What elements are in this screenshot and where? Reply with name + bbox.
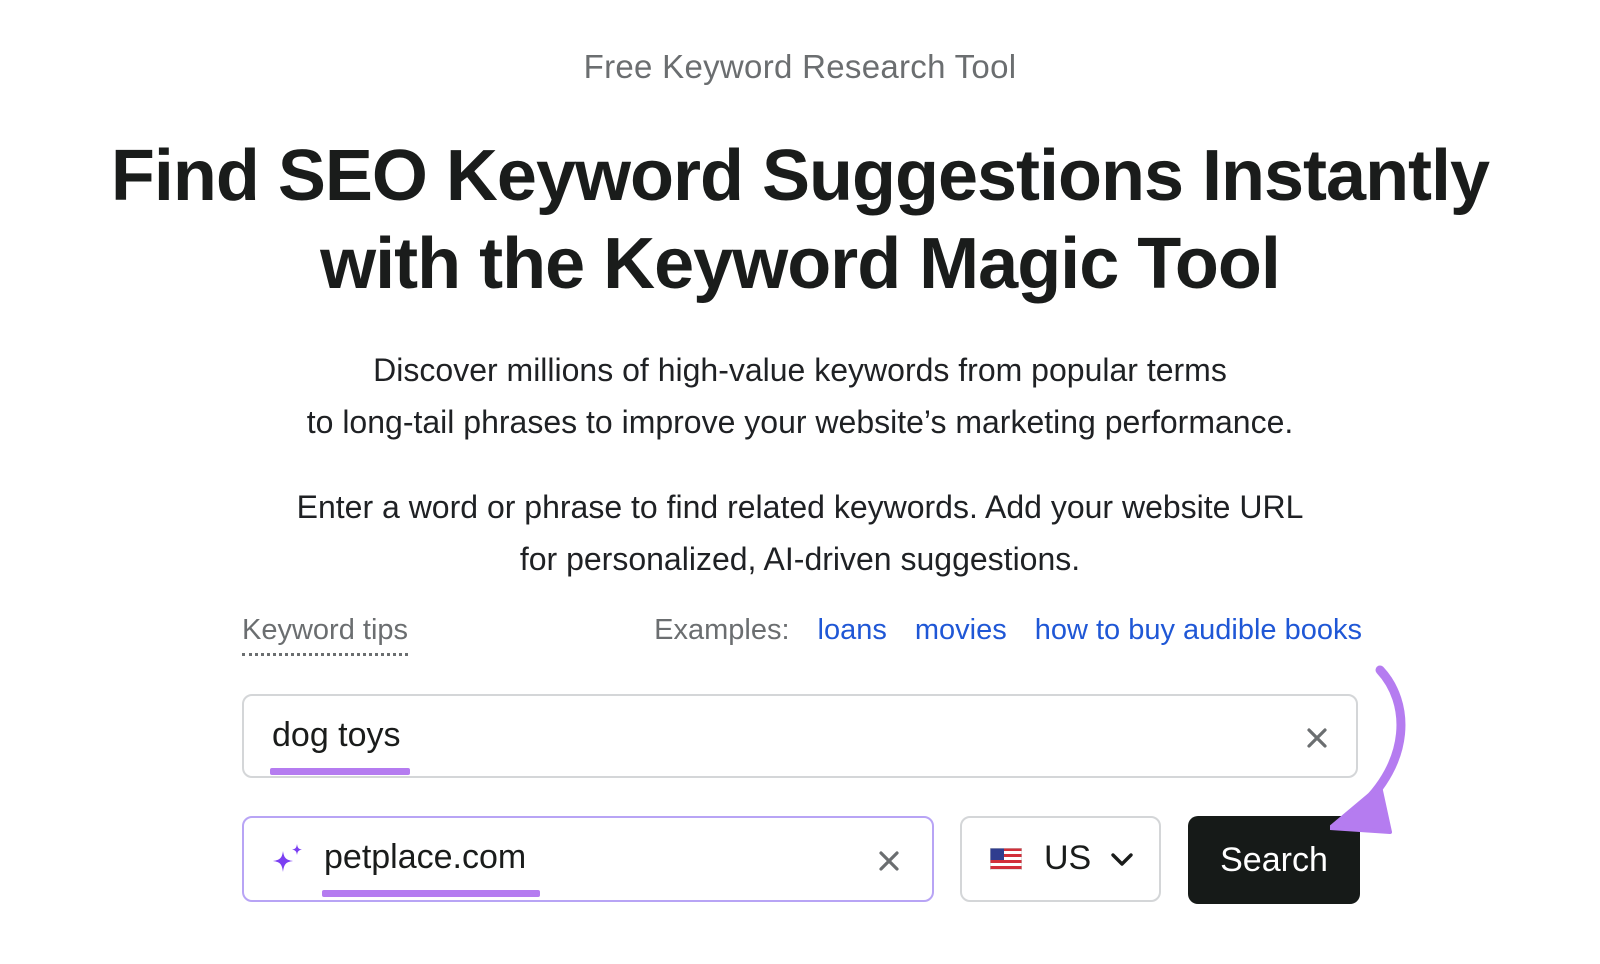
page-title: Find SEO Keyword Suggestions Instantly w… — [0, 132, 1600, 308]
page-title-line-2: with the Keyword Magic Tool — [320, 224, 1281, 304]
country-select[interactable]: US — [960, 816, 1161, 902]
keyword-input-value: dog toys — [272, 716, 401, 754]
sparkle-icon — [273, 844, 302, 872]
description-line-2: to long-tail phrases to improve your web… — [306, 404, 1294, 440]
country-value: US — [1044, 839, 1092, 877]
eyebrow-text: Free Keyword Research Tool — [583, 48, 1017, 85]
chevron-down-icon — [1111, 853, 1133, 866]
examples-label: Examples: — [654, 614, 790, 646]
us-flag-icon — [990, 848, 1022, 870]
keyword-tips-link[interactable]: Keyword tips — [242, 614, 409, 656]
website-url-value: petplace.com — [324, 838, 527, 876]
tips-row: Keyword tips Examples: loans movies how … — [242, 614, 1362, 658]
instructions-line-1: Enter a word or phrase to find related k… — [296, 489, 1304, 525]
close-icon[interactable] — [874, 846, 904, 876]
website-url-input[interactable]: petplace.com — [242, 816, 934, 902]
description: Discover millions of high-value keywords… — [0, 344, 1600, 448]
url-highlight-underline — [322, 890, 540, 897]
instructions-line-2: for personalized, AI-driven suggestions. — [519, 541, 1081, 577]
page: Free Keyword Research Tool Find SEO Keyw… — [0, 0, 1600, 964]
examples: Examples: loans movies how to buy audibl… — [654, 614, 1362, 647]
example-link-audible-books[interactable]: how to buy audible books — [1035, 614, 1362, 647]
close-icon[interactable] — [1302, 723, 1332, 753]
example-link-movies[interactable]: movies — [915, 614, 1007, 647]
page-title-line-1: Find SEO Keyword Suggestions Instantly — [110, 136, 1490, 216]
instructions: Enter a word or phrase to find related k… — [0, 481, 1600, 585]
keyword-highlight-underline — [270, 768, 410, 775]
keyword-input[interactable]: dog toys — [242, 694, 1358, 778]
example-link-loans[interactable]: loans — [818, 614, 887, 647]
annotation-arrow-icon — [1330, 665, 1406, 834]
description-line-1: Discover millions of high-value keywords… — [373, 352, 1227, 388]
